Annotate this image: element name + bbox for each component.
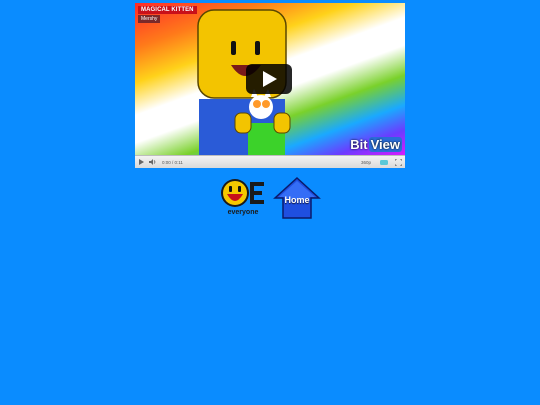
time-display: 0:00 / 0:11 bbox=[162, 159, 183, 165]
fullscreen-icon bbox=[394, 158, 402, 166]
watermark-bit: Bit bbox=[350, 137, 368, 152]
control-play-button[interactable] bbox=[135, 156, 147, 168]
video-frame[interactable]: MAGICAL KITTEN Mershy Bit View bbox=[135, 3, 405, 155]
volume-button[interactable] bbox=[147, 156, 159, 168]
cc-icon bbox=[380, 159, 388, 165]
play-icon bbox=[263, 71, 277, 87]
video-author[interactable]: Mershy bbox=[138, 15, 161, 23]
video-title: MAGICAL KITTEN bbox=[138, 6, 197, 14]
volume-icon bbox=[149, 159, 156, 165]
fullscreen-button[interactable] bbox=[391, 156, 405, 168]
watermark-view: View bbox=[368, 137, 402, 152]
bitview-watermark: Bit View bbox=[350, 137, 402, 152]
player-controls: 0:00 / 0:11 360p bbox=[135, 155, 405, 168]
play-button[interactable] bbox=[246, 64, 292, 94]
home-button[interactable] bbox=[273, 176, 321, 220]
play-icon bbox=[139, 159, 144, 165]
video-player[interactable]: MAGICAL KITTEN Mershy Bit View 0:00 / 0:… bbox=[135, 3, 405, 168]
oe-logo-label: everyone bbox=[227, 209, 259, 216]
cc-button[interactable] bbox=[377, 156, 391, 168]
quality-selector[interactable]: 360p bbox=[361, 160, 371, 165]
